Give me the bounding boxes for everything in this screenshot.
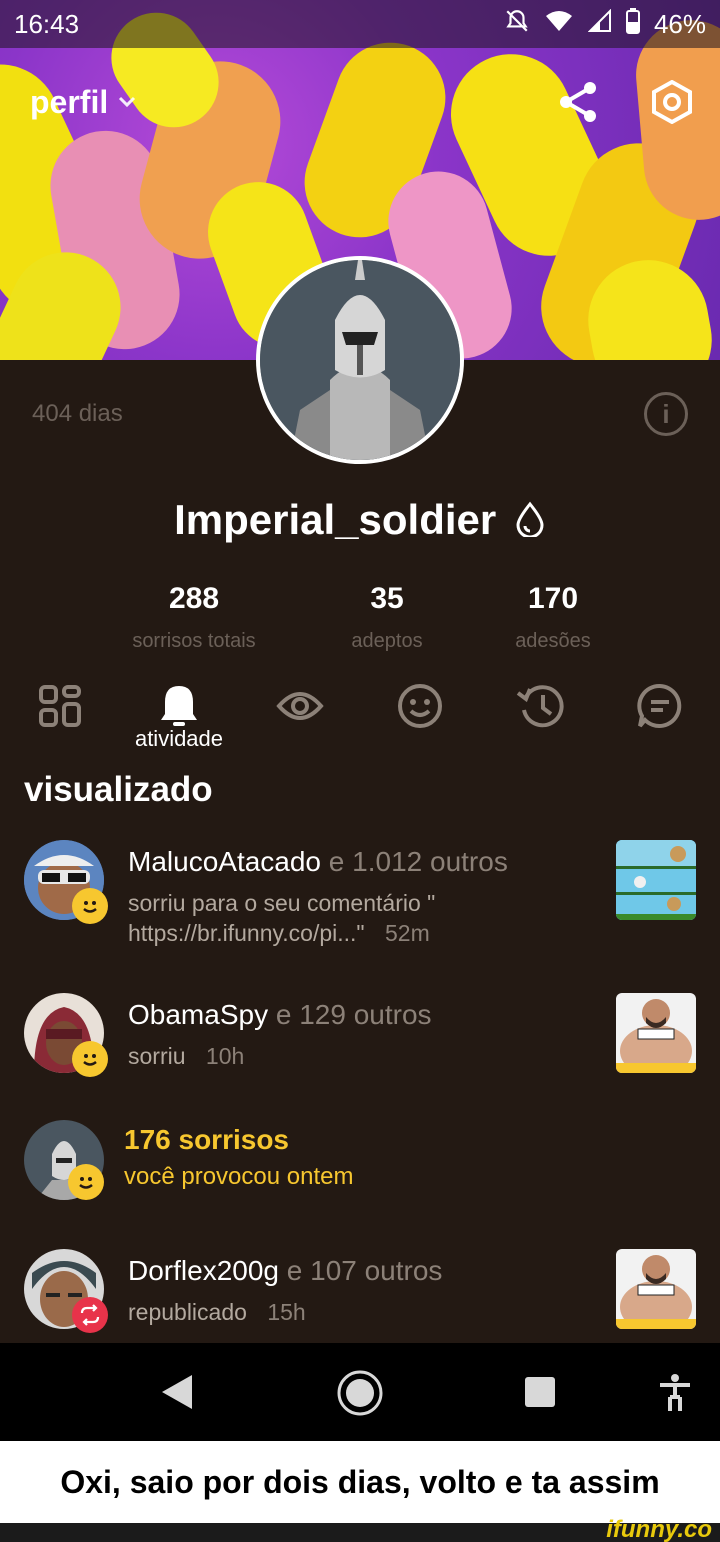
stat-value: 170	[527, 582, 579, 615]
activity-title: 176 sorrisos	[124, 1124, 289, 1155]
smile-badge-icon	[72, 1041, 108, 1077]
status-bar: 16:43 46%	[0, 0, 720, 48]
account-age: 404 dias	[32, 400, 123, 427]
settings-icon[interactable]	[648, 78, 696, 126]
accessibility-icon[interactable]	[658, 1373, 692, 1418]
user-name[interactable]: MalucoAtacado	[128, 846, 321, 877]
username-text: Imperial_soldier	[174, 496, 497, 543]
tab-history[interactable]	[508, 676, 572, 740]
drop-icon	[514, 499, 546, 547]
battery-icon	[625, 7, 640, 41]
profile-tabs	[0, 676, 720, 756]
stat-total-smiles: 288 sorrisos totais	[94, 582, 294, 653]
stat-label: sorrisos totais	[132, 630, 256, 652]
others-count: e 107 outros	[286, 1255, 443, 1286]
grid-icon	[38, 684, 82, 733]
others-count: e 1.012 outros	[328, 846, 508, 877]
section-title: visualizado	[24, 770, 213, 809]
republish-badge-icon	[72, 1297, 108, 1333]
list-item[interactable]: MalucoAtacado e 1.012 outros sorriu para…	[0, 840, 720, 960]
others-count: e 129 outros	[275, 999, 432, 1030]
status-time: 16:43	[14, 8, 80, 39]
activity-time: 52m	[384, 920, 430, 946]
activity-description: você provocou ontem	[124, 1163, 354, 1190]
activity-description: sorriu para o seu comentário " https://b…	[128, 888, 488, 948]
tab-activity-label: atividade	[134, 726, 224, 751]
activity-time: 15h	[267, 1299, 306, 1325]
username: Imperial_soldier	[0, 496, 720, 547]
activity-time: 10h	[205, 1043, 245, 1069]
content-thumbnail[interactable]	[616, 1249, 696, 1329]
eye-icon	[276, 688, 324, 729]
back-icon[interactable]	[160, 1373, 194, 1416]
activity-text: sorriu	[128, 1043, 186, 1069]
tab-comments[interactable]	[628, 676, 692, 740]
smiley-icon	[397, 683, 443, 734]
activity-title: Dorflex200g e 107 outros	[128, 1255, 442, 1287]
smile-badge-icon	[72, 888, 108, 924]
watermark-logo: ifunny.co	[606, 1516, 712, 1542]
content-thumbnail[interactable]	[616, 840, 696, 920]
list-item[interactable]: Dorflex200g e 107 outros republicado 15h	[0, 1249, 720, 1339]
signal-icon	[587, 8, 612, 40]
meme-caption: Oxi, saio por dois dias, volto e ta assi…	[0, 1441, 720, 1523]
home-icon[interactable]	[336, 1369, 384, 1422]
stat-label: adesões	[515, 630, 591, 652]
activity-title: MalucoAtacado e 1.012 outros	[128, 846, 508, 878]
profile-avatar[interactable]	[256, 256, 464, 464]
notifications-off-icon	[504, 8, 530, 41]
content-thumbnail[interactable]	[616, 993, 696, 1073]
activity-text: republicado	[128, 1299, 247, 1325]
tab-grid[interactable]	[28, 676, 92, 740]
tab-smiles[interactable]	[388, 676, 452, 740]
recents-icon[interactable]	[524, 1376, 556, 1413]
activity-title: ObamaSpy e 129 outros	[128, 999, 432, 1031]
stat-value: 288	[168, 582, 220, 615]
history-icon	[516, 683, 564, 734]
share-icon[interactable]	[554, 78, 602, 126]
list-item[interactable]: ObamaSpy e 129 outros sorriu 10h	[0, 993, 720, 1083]
smile-badge-icon	[68, 1164, 104, 1200]
battery-percentage: 46%	[653, 8, 706, 39]
comment-icon	[637, 683, 683, 734]
stat-subscriptions[interactable]: 170 adesões	[453, 582, 653, 653]
user-name[interactable]: ObamaSpy	[128, 999, 268, 1030]
wifi-icon	[544, 9, 574, 40]
list-item[interactable]: 176 sorrisos você provocou ontem	[0, 1120, 720, 1210]
chevron-down-icon[interactable]	[118, 92, 136, 113]
activity-description: sorriu 10h	[128, 1041, 244, 1071]
profile-header: perfil	[30, 78, 696, 126]
info-icon[interactable]: i	[644, 392, 688, 436]
activity-description: republicado 15h	[128, 1297, 306, 1327]
tab-viewed[interactable]	[268, 676, 332, 740]
system-nav-bar	[0, 1343, 720, 1441]
page-title[interactable]: perfil	[30, 84, 108, 121]
user-name[interactable]: Dorflex200g	[128, 1255, 279, 1286]
